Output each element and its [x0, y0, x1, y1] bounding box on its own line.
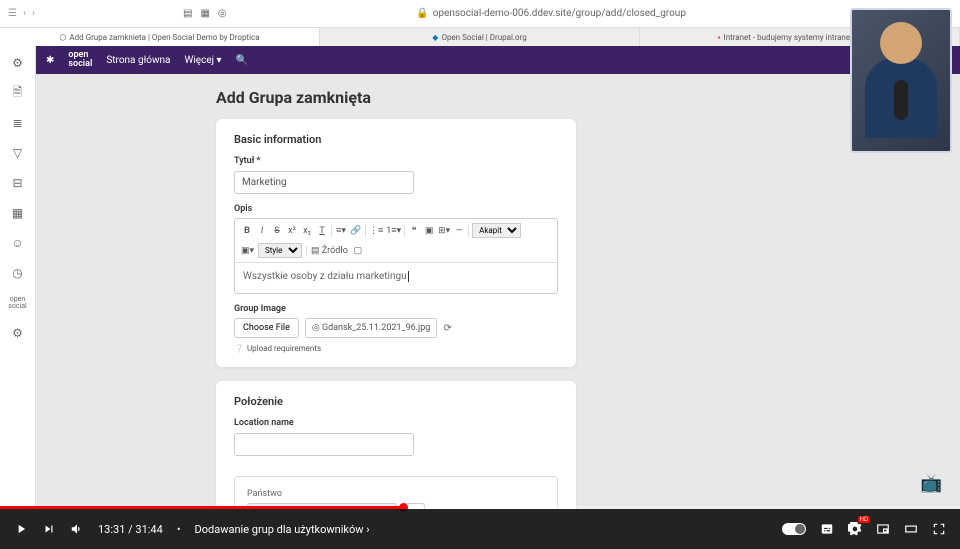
browser-tab-1[interactable]: ◆Open Social | Drupal.org	[320, 28, 640, 46]
upload-requirements[interactable]: ❔Upload requirements	[234, 344, 558, 353]
user-icon[interactable]: ☺	[11, 236, 25, 250]
video-controls: 13:31 / 31:44 • Dodawanie grup dla użytk…	[0, 509, 960, 549]
grid-icon[interactable]: ▦	[11, 206, 25, 220]
source-button[interactable]: ▤ Źródło	[311, 246, 348, 256]
strike-icon[interactable]: S	[271, 226, 283, 236]
superscript-icon[interactable]: x²	[286, 226, 298, 236]
search-icon[interactable]: 🔍	[236, 55, 248, 66]
embed-icon[interactable]: ▢	[352, 246, 364, 256]
image-icon[interactable]: ▣	[423, 226, 435, 236]
subscript-icon[interactable]: x₂	[301, 226, 313, 236]
number-list-icon[interactable]: 1≡▾	[386, 225, 401, 236]
tv-icon[interactable]: 📺	[920, 473, 944, 497]
browser-tabs: ⬡Add Grupa zamknieta | Open Social Demo …	[0, 28, 960, 46]
hr-icon[interactable]: —	[453, 226, 465, 236]
title-input[interactable]	[234, 171, 414, 194]
opensocial-text-icon[interactable]: opensocial	[8, 296, 26, 310]
fullscreen-icon[interactable]	[932, 522, 946, 536]
url-text: opensocial-demo-006.ddev.site/group/add/…	[433, 8, 686, 19]
theater-icon[interactable]	[904, 522, 918, 536]
location-name-label: Location name	[234, 418, 558, 428]
basic-info-card: Basic information Tytuł Opis B I S x² x₂…	[216, 119, 576, 367]
quote-icon[interactable]: ❝	[408, 226, 420, 236]
location-name-input[interactable]	[234, 433, 414, 456]
italic-icon[interactable]: I	[256, 226, 268, 236]
location-heading: Położenie	[234, 395, 558, 408]
webcam-overlay	[850, 8, 952, 153]
captions-icon[interactable]	[820, 522, 834, 536]
time-display: 13:31 / 31:44	[98, 523, 163, 536]
shield-icon[interactable]: ◎	[218, 8, 227, 19]
app-header: ✱ opensocial Strona główna Więcej ▾ 🔍 +	[36, 46, 960, 74]
miniplayer-icon[interactable]	[876, 522, 890, 536]
next-icon[interactable]	[42, 522, 56, 536]
style-select[interactable]: Style	[258, 243, 302, 258]
nav-more[interactable]: Więcej ▾	[184, 55, 221, 66]
app-logo-icon: ✱	[46, 55, 54, 66]
settings-icon[interactable]: ⚙	[11, 326, 25, 340]
file-icon[interactable]: 🗎	[11, 86, 25, 100]
chapter-sep: •	[177, 523, 181, 536]
app-logo: opensocial	[68, 51, 92, 69]
play-icon[interactable]	[14, 522, 28, 536]
apps-icon[interactable]: ▦	[200, 8, 209, 19]
volume-icon[interactable]	[70, 522, 84, 536]
page-title: Add Grupa zamknięta	[216, 88, 960, 107]
choose-file-button[interactable]: Choose File	[234, 318, 299, 338]
sidebar-toggle-icon[interactable]: ☰	[8, 8, 17, 19]
forward-icon[interactable]: ›	[32, 8, 35, 19]
gear-icon[interactable]: ⚙	[11, 56, 25, 70]
title-label: Tytuł	[234, 156, 558, 166]
basic-info-heading: Basic information	[234, 133, 558, 146]
database-icon[interactable]: ⊟	[11, 176, 25, 190]
clock-icon[interactable]: ◷	[11, 266, 25, 280]
refresh-icon[interactable]: ⟳	[443, 323, 451, 334]
funnel-icon[interactable]: ▽	[11, 146, 25, 160]
desc-label: Opis	[234, 204, 558, 214]
reader-icon[interactable]: ▤	[183, 8, 192, 19]
group-image-label: Group Image	[234, 304, 558, 314]
settings-icon[interactable]: HD	[848, 522, 862, 536]
link-icon[interactable]: 🔗	[350, 226, 362, 236]
table-icon[interactable]: ⊞▾	[438, 226, 450, 236]
autoplay-toggle[interactable]	[782, 523, 806, 535]
clear-format-icon[interactable]: T	[316, 226, 328, 236]
bullet-list-icon[interactable]: ⋮≡	[369, 225, 383, 236]
paragraph-select[interactable]: Akapit	[472, 223, 521, 238]
chapter-title[interactable]: Dodawanie grup dla użytkowników ›	[195, 523, 370, 536]
browser-chrome: ☰ ‹ › ▤ ▦ ◎ 🔒 opensocial-demo-006.ddev.s…	[0, 0, 960, 28]
nav-home[interactable]: Strona główna	[106, 55, 170, 66]
ide-rail: ⚙ 🗎 ≣ ▽ ⊟ ▦ ☺ ◷ opensocial ⚙	[0, 46, 36, 509]
bold-icon[interactable]: B	[241, 226, 253, 236]
media-icon[interactable]: ▣▾	[241, 246, 254, 256]
file-name-display: ◎ Gdansk_25.11.2021_96.jpg	[305, 318, 437, 338]
state-label: Państwo	[247, 489, 545, 499]
desc-editor: B I S x² x₂ T ≡▾ 🔗 ⋮≡ 1≡▾ ❝	[234, 218, 558, 294]
lock-icon: 🔒	[416, 8, 428, 19]
back-icon[interactable]: ‹	[23, 8, 26, 19]
location-card: Położenie Location name Państwo - Brak -…	[216, 381, 576, 509]
layers-icon[interactable]: ≣	[11, 116, 25, 130]
align-icon[interactable]: ≡▾	[335, 225, 347, 236]
browser-tab-0[interactable]: ⬡Add Grupa zamknieta | Open Social Demo …	[0, 28, 320, 46]
desc-textarea[interactable]: Wszystkie osoby z działu marketingu	[235, 263, 557, 293]
